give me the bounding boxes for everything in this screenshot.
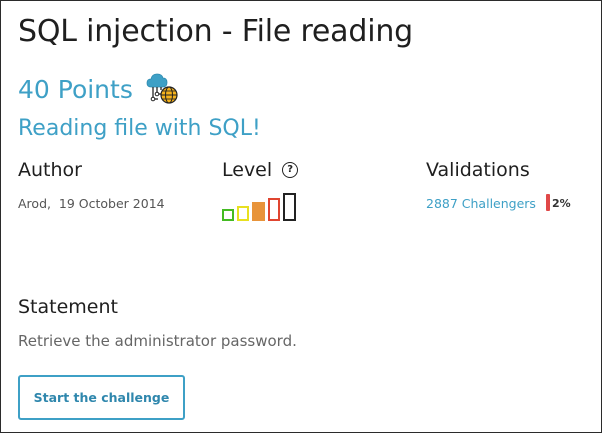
points-value: 40 Points (18, 74, 133, 104)
level-bar-1 (222, 209, 234, 221)
challengers-link[interactable]: 2887 Challengers (426, 196, 536, 211)
start-challenge-button[interactable]: Start the challenge (18, 375, 185, 420)
level-heading: Level ? (222, 159, 299, 181)
level-bar-3 (252, 202, 265, 221)
level-bars (222, 193, 296, 221)
points-row: 40 Points (18, 71, 181, 107)
level-bar-4 (268, 198, 280, 221)
level-bar-5 (283, 193, 296, 221)
question-circle-icon[interactable]: ? (282, 162, 299, 178)
validation-percent-bar (546, 194, 550, 211)
validation-percent: 2% (552, 197, 571, 210)
level-heading-label: Level (222, 159, 273, 181)
challenge-card: SQL injection - File reading 40 Points R… (0, 0, 602, 433)
statement-text: Retrieve the administrator password. (18, 332, 297, 350)
cloud-globe-network-icon (145, 71, 181, 107)
validations-heading: Validations (426, 159, 530, 181)
statement-heading: Statement (18, 296, 118, 318)
challenge-subtitle: Reading file with SQL! (18, 116, 261, 141)
challenge-title: SQL injection - File reading (18, 14, 413, 49)
level-bar-2 (237, 206, 249, 221)
author-heading: Author (18, 159, 82, 181)
author-info: Arod, 19 October 2014 (18, 196, 165, 211)
